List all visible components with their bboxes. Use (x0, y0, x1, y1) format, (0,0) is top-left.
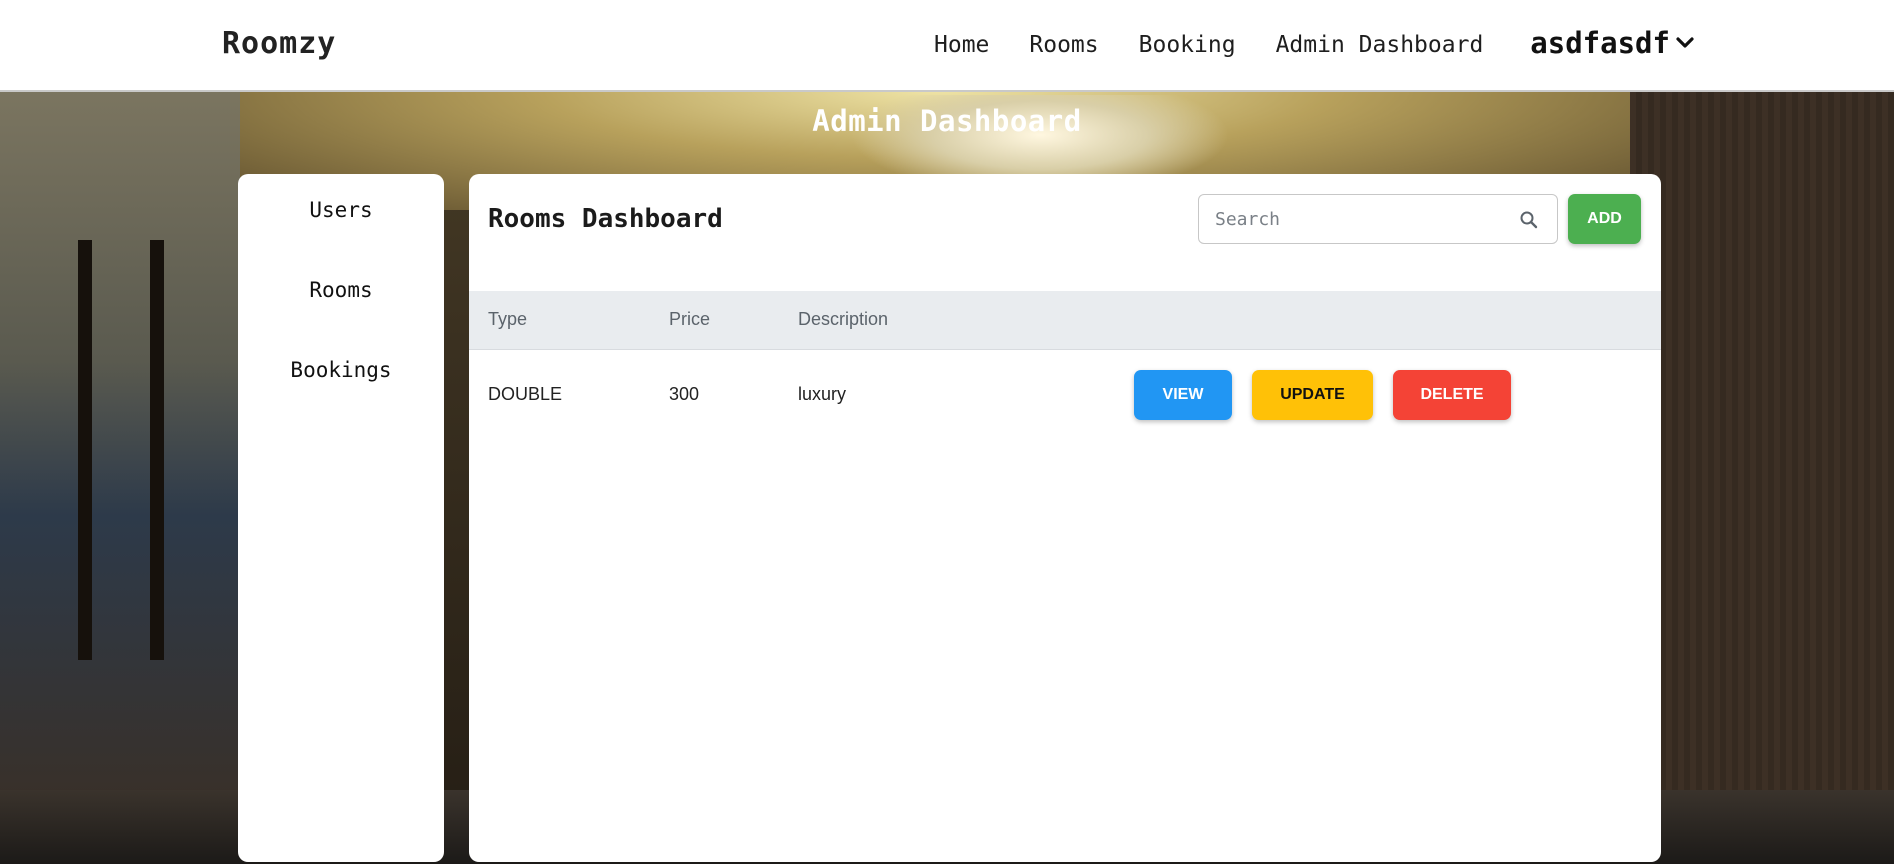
table-row: DOUBLE 300 luxury VIEW UPDATE DELETE (469, 350, 1661, 440)
nav-link-home[interactable]: Home (934, 32, 989, 58)
search-input[interactable] (1215, 195, 1505, 243)
nav-link-rooms[interactable]: Rooms (1029, 32, 1098, 58)
page-title: Admin Dashboard (812, 104, 1082, 138)
brand-logo[interactable]: Roomzy (222, 26, 336, 61)
nav-links: Home Rooms Booking Admin Dashboard asdfa… (934, 26, 1694, 60)
sidebar: Users Rooms Bookings (238, 174, 444, 862)
background-right-wall (1630, 90, 1894, 864)
delete-button[interactable]: DELETE (1393, 370, 1511, 420)
user-menu[interactable]: asdfasdf (1530, 26, 1694, 60)
nav-link-admin-dashboard[interactable]: Admin Dashboard (1276, 32, 1484, 58)
search-box (1198, 194, 1558, 244)
sidebar-item-rooms[interactable]: Rooms (238, 278, 444, 302)
cell-type: DOUBLE (488, 384, 563, 404)
add-button[interactable]: ADD (1568, 194, 1641, 244)
background-left-wall (0, 90, 240, 864)
column-header-price: Price (669, 309, 711, 329)
background-panel (78, 240, 92, 660)
search-icon[interactable] (1519, 210, 1539, 230)
column-header-description: Description (798, 309, 889, 329)
column-header-type: Type (488, 309, 528, 329)
rooms-dashboard-panel: Rooms Dashboard ADD Type Price Descripti… (469, 174, 1661, 862)
sidebar-item-bookings[interactable]: Bookings (238, 358, 444, 382)
view-button[interactable]: VIEW (1134, 370, 1232, 420)
cell-price: 300 (669, 384, 700, 404)
cell-description: luxury (798, 384, 847, 404)
table-header: Type Price Description (469, 291, 1661, 350)
sidebar-item-users[interactable]: Users (238, 198, 444, 222)
navbar: Roomzy Home Rooms Booking Admin Dashboar… (0, 0, 1894, 92)
nav-link-booking[interactable]: Booking (1139, 32, 1236, 58)
user-name: asdfasdf (1530, 26, 1670, 60)
background-panel (150, 240, 164, 660)
panel-title: Rooms Dashboard (488, 204, 723, 234)
update-button[interactable]: UPDATE (1252, 370, 1373, 420)
chevron-down-icon (1676, 37, 1694, 48)
